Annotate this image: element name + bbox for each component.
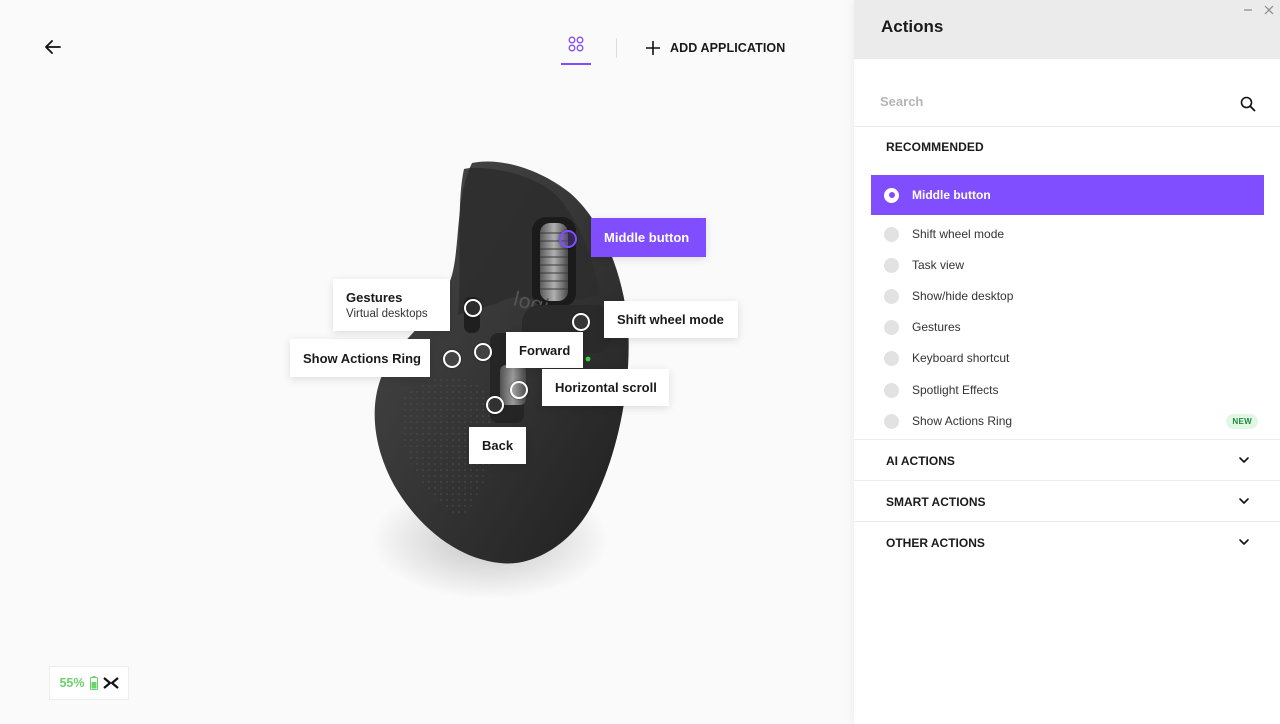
callout-back-label: Back — [482, 438, 514, 453]
chevron-down-icon — [1239, 457, 1249, 463]
section-smart-actions[interactable]: SMART ACTIONS — [854, 480, 1280, 521]
action-task-view[interactable]: Task view — [871, 251, 1264, 279]
radio-selected-icon — [884, 187, 899, 203]
hotspot-horizontal-scroll[interactable] — [510, 381, 528, 399]
action-label: Spotlight Effects — [912, 383, 999, 397]
back-button[interactable] — [40, 34, 66, 60]
radio-icon — [884, 382, 899, 398]
battery-icon — [89, 676, 98, 690]
action-shift-wheel-mode[interactable]: Shift wheel mode — [871, 220, 1264, 248]
actions-panel: Actions RECOMMENDED Middle button Shift … — [854, 0, 1280, 724]
section-label: AI ACTIONS — [886, 454, 955, 468]
action-label: Keyboard shortcut — [912, 351, 1010, 365]
section-label: OTHER ACTIONS — [886, 536, 985, 550]
hotspot-back[interactable] — [486, 396, 504, 414]
battery-status[interactable]: 55% — [49, 666, 129, 700]
hotspot-show-actions-ring[interactable] — [443, 350, 461, 368]
radio-icon — [884, 288, 899, 304]
add-application-button[interactable]: ADD APPLICATION — [646, 38, 785, 58]
app-grid-icon — [568, 36, 584, 52]
logi-flow-icon — [102, 677, 119, 689]
callout-horizontal-scroll[interactable]: Horizontal scroll — [542, 369, 669, 406]
callout-gestures[interactable]: Gestures Virtual desktops — [333, 279, 450, 331]
active-tab-indicator — [561, 63, 591, 65]
callout-show-actions-ring[interactable]: Show Actions Ring — [290, 339, 430, 377]
callout-show-actions-ring-label: Show Actions Ring — [303, 350, 421, 366]
radio-icon — [884, 226, 899, 242]
callout-gestures-label: Gestures — [346, 290, 403, 305]
minimize-icon[interactable] — [1242, 4, 1254, 16]
callout-forward[interactable]: Forward — [506, 332, 583, 368]
callout-middle-button[interactable]: Middle button — [591, 218, 706, 257]
recommended-heading: RECOMMENDED — [886, 140, 984, 154]
close-icon[interactable] — [1263, 4, 1275, 16]
action-spotlight-effects[interactable]: Spotlight Effects — [871, 376, 1264, 404]
callout-middle-button-label: Middle button — [604, 230, 690, 245]
section-ai-actions[interactable]: AI ACTIONS — [854, 439, 1280, 480]
hotspot-middle-button[interactable] — [559, 230, 577, 248]
callout-shift-wheel-label: Shift wheel mode — [617, 312, 724, 327]
plus-icon — [646, 41, 660, 55]
section-other-actions[interactable]: OTHER ACTIONS — [854, 521, 1280, 562]
callout-shift-wheel[interactable]: Shift wheel mode — [604, 301, 738, 338]
action-keyboard-shortcut[interactable]: Keyboard shortcut — [871, 344, 1264, 372]
battery-percent: 55% — [59, 676, 85, 690]
all-applications-button[interactable] — [561, 36, 591, 66]
radio-icon — [884, 319, 899, 335]
action-show-hide-desktop[interactable]: Show/hide desktop — [871, 282, 1264, 310]
radio-icon — [884, 413, 899, 429]
new-badge: NEW — [1226, 414, 1258, 429]
action-show-actions-ring[interactable]: Show Actions Ring NEW — [871, 407, 1264, 435]
callout-gestures-sublabel: Virtual desktops — [346, 308, 428, 320]
hotspot-forward[interactable] — [474, 343, 492, 361]
callout-forward-label: Forward — [519, 342, 571, 358]
search-bar — [854, 80, 1280, 127]
section-label: SMART ACTIONS — [886, 495, 986, 509]
action-label: Gestures — [912, 320, 961, 334]
action-label: Middle button — [912, 188, 991, 202]
hotspot-gestures[interactable] — [464, 299, 482, 317]
panel-header: Actions — [854, 0, 1280, 59]
arrow-left-icon — [45, 40, 61, 54]
action-label: Task view — [912, 258, 965, 272]
add-application-label: ADD APPLICATION — [670, 41, 786, 55]
callout-horizontal-scroll-label: Horizontal scroll — [555, 380, 657, 395]
main-area: ADD APPLICATION logi Middle button Gestu… — [0, 0, 854, 724]
divider — [616, 38, 617, 58]
search-icon[interactable] — [1240, 96, 1256, 112]
action-label: Show/hide desktop — [912, 289, 1014, 303]
chevron-down-icon — [1239, 498, 1249, 504]
action-label: Show Actions Ring — [912, 414, 1013, 428]
search-input[interactable] — [880, 89, 1220, 113]
action-gestures[interactable]: Gestures — [871, 313, 1264, 341]
hotspot-shift-wheel[interactable] — [572, 313, 590, 331]
radio-icon — [884, 350, 899, 366]
callout-back[interactable]: Back — [469, 427, 526, 464]
action-label: Shift wheel mode — [912, 227, 1005, 241]
chevron-down-icon — [1239, 539, 1249, 545]
radio-icon — [884, 257, 899, 273]
action-middle-button[interactable]: Middle button — [871, 175, 1264, 215]
panel-title: Actions — [881, 17, 944, 36]
